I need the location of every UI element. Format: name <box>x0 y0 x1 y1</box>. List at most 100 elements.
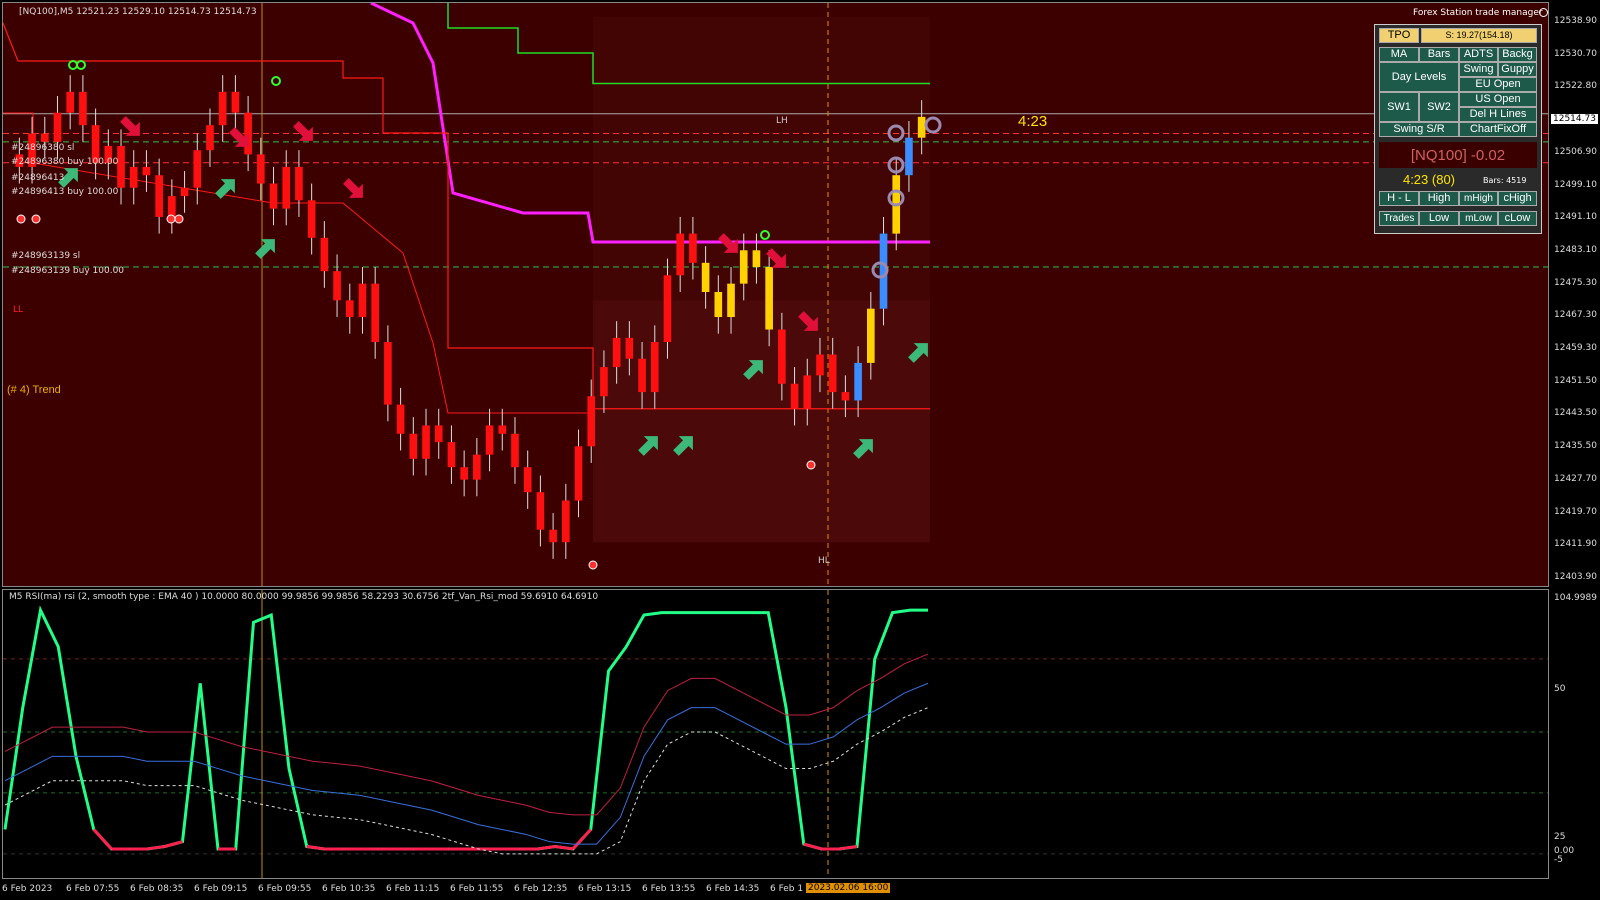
high-button[interactable]: High <box>1419 191 1459 206</box>
candle-body <box>295 166 303 201</box>
price-tick-label: 12491.10 <box>1554 212 1597 223</box>
candle-body <box>269 183 278 209</box>
candle-body <box>498 425 507 434</box>
rsi-ma-line <box>4 682 929 845</box>
swing-low-marker <box>588 560 598 570</box>
candle-body <box>53 112 62 142</box>
rsi-tick-label: 104.9989 <box>1554 593 1597 603</box>
candle-body <box>168 196 176 217</box>
up-arrow-icon <box>255 239 275 259</box>
candle-body <box>905 137 913 176</box>
candle-body <box>867 308 875 363</box>
candle-body <box>117 146 125 188</box>
candle-body <box>180 187 189 197</box>
lh-label: LH <box>776 116 788 126</box>
price-tick-label: 12459.30 <box>1554 343 1597 353</box>
rsi-oversold-segment <box>555 845 574 851</box>
swing-low-marker <box>31 214 41 224</box>
candle-body <box>676 233 684 276</box>
candle-body <box>650 342 659 393</box>
rsi-oversold-segment <box>306 845 325 851</box>
sw1-button[interactable]: SW1 <box>1379 92 1419 122</box>
swing-sr-button[interactable]: Swing S/R <box>1379 122 1459 137</box>
tpo-button[interactable]: TPO <box>1379 28 1419 43</box>
chartfixoff-button[interactable]: ChartFixOff <box>1459 122 1537 137</box>
candle-body <box>600 367 608 397</box>
candle-body <box>320 237 329 272</box>
candle-body <box>917 116 926 138</box>
price-tick-label: 12427.70 <box>1554 473 1597 484</box>
candle-body <box>841 392 850 401</box>
candle-body <box>536 492 545 530</box>
candle-body <box>422 425 430 459</box>
low-button[interactable]: Low <box>1419 211 1459 226</box>
swing-low-marker <box>806 460 816 470</box>
eu-open-button[interactable]: EU Open <box>1459 77 1537 92</box>
tpo-zone <box>593 16 930 301</box>
ll-label: LL <box>13 305 24 315</box>
down-arrow-icon <box>293 121 313 141</box>
candle-body <box>587 396 596 447</box>
candle-body <box>752 250 761 267</box>
candle-body <box>625 337 634 359</box>
cursor-time-label: 2023.02.06 16:00 <box>806 883 891 893</box>
mhigh-button[interactable]: mHigh <box>1459 191 1498 206</box>
candle-body <box>574 446 583 501</box>
candle-body <box>231 91 240 113</box>
order-label: #24896413 <box>11 173 65 183</box>
day-levels-button[interactable]: Day Levels <box>1379 62 1459 92</box>
rsi-header: M5 RSI(ma) rsi (2, smooth type : EMA 40 … <box>9 592 599 602</box>
candle-body <box>727 283 735 318</box>
candle-body <box>638 358 646 393</box>
swing-high-marker <box>68 60 78 70</box>
candle-body <box>371 283 379 343</box>
timer-label: 4:23 <box>1018 113 1048 130</box>
tpo-zone <box>593 300 930 543</box>
time-tick-label: 6 Feb 1 <box>770 884 804 894</box>
candle-body <box>434 425 443 443</box>
backg-button[interactable]: Backg <box>1498 47 1537 62</box>
smiley-icon[interactable] <box>1539 8 1548 17</box>
h-l-button[interactable]: H - L <box>1379 191 1419 206</box>
candle-body <box>358 283 367 318</box>
chigh-button[interactable]: cHigh <box>1498 191 1537 206</box>
price-chart-canvas <box>3 3 1548 586</box>
time-tick-label: 6 Feb 13:15 <box>578 884 632 894</box>
order-sl-label-3: #248963139 sl <box>11 251 81 261</box>
bars-button[interactable]: Bars <box>1419 47 1459 62</box>
us-open-button[interactable]: US Open <box>1459 92 1537 107</box>
sw2-button[interactable]: SW2 <box>1419 92 1459 122</box>
price-tick-label: 12411.90 <box>1554 539 1597 550</box>
adts-button[interactable]: ADTS <box>1459 47 1498 62</box>
price-tick-label: 12435.50 <box>1554 441 1597 452</box>
candle-body <box>689 233 697 263</box>
candle-body <box>307 200 316 238</box>
swing-high-marker <box>76 60 86 70</box>
candle-body <box>663 275 672 343</box>
candle-body <box>447 442 456 468</box>
time-tick-label: 6 Feb 13:55 <box>642 884 696 894</box>
mlow-button[interactable]: mLow <box>1459 211 1498 226</box>
swing-button[interactable]: Swing <box>1459 62 1498 77</box>
down-arrow-icon <box>343 178 363 198</box>
trades-button[interactable]: Trades <box>1379 211 1419 226</box>
rsi-indicator-pane[interactable]: M5 RSI(ma) rsi (2, smooth type : EMA 40 … <box>2 589 1549 879</box>
rsi-tick-label: 25 <box>1554 832 1566 842</box>
candle-body <box>409 433 418 459</box>
time-axis: 6 Feb 2023 6 Feb 07:55 6 Feb 08:35 6 Feb 09… <box>0 880 1600 900</box>
candle-body <box>333 271 341 301</box>
candle-body <box>193 150 202 188</box>
guppy-button[interactable]: Guppy <box>1498 62 1537 77</box>
candle-body <box>828 354 837 393</box>
swing-low-marker <box>166 214 176 224</box>
del-h-lines-button[interactable]: Del H Lines <box>1459 107 1537 122</box>
price-axis[interactable]: 12538.90 12530.70 12522.80 12514.73 12506.90… <box>1550 0 1600 590</box>
price-tick-label: 12483.10 <box>1554 244 1597 255</box>
clow-button[interactable]: cLow <box>1498 211 1537 226</box>
rsi-oversold-segment <box>537 845 556 851</box>
ma-button[interactable]: MA <box>1379 47 1419 62</box>
price-chart-pane[interactable]: [NQ100],M5 12521.23 12529.10 12514.73 12… <box>2 2 1549 587</box>
time-tick-label: 6 Feb 09:55 <box>258 884 312 894</box>
price-tick-label: 12506.90 <box>1554 146 1597 157</box>
candle-body <box>765 266 773 330</box>
